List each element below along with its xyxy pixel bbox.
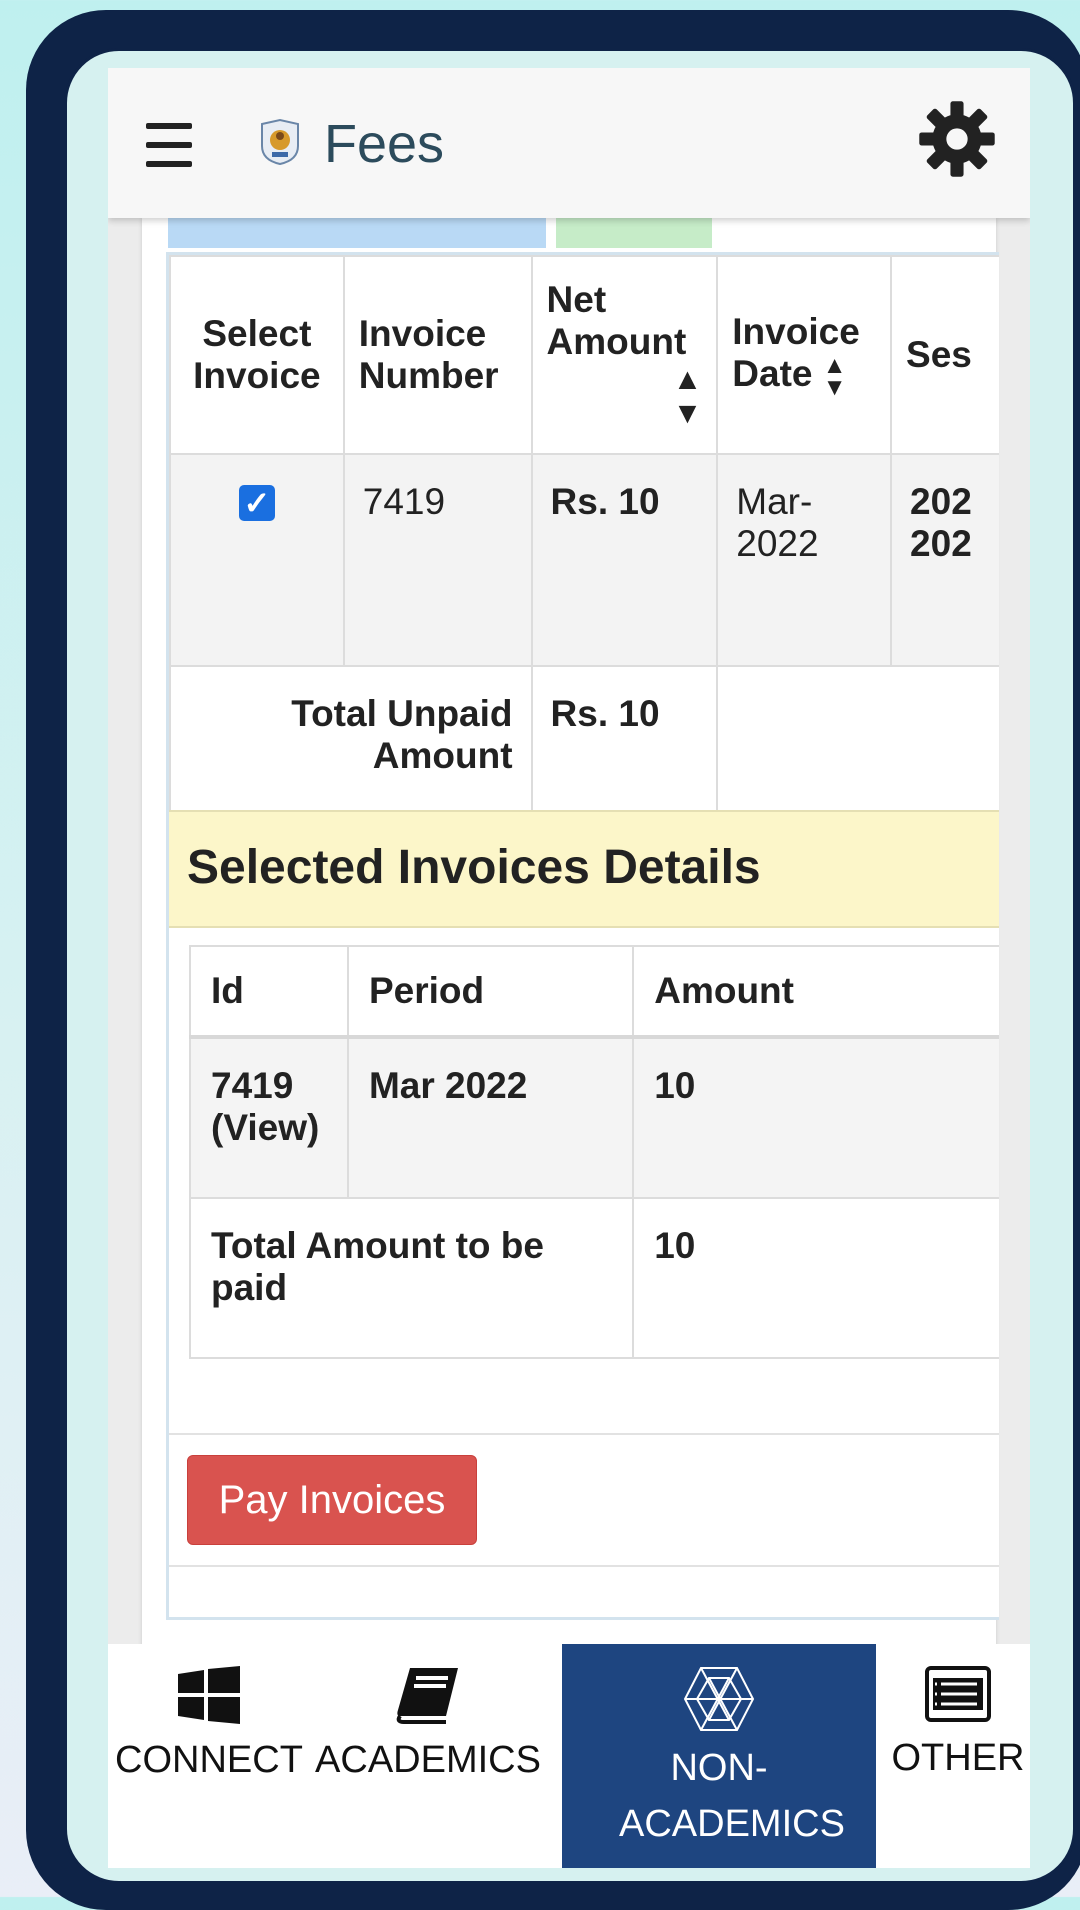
school-logo-icon <box>261 118 299 166</box>
col-amount: Amount <box>632 945 999 1039</box>
bottom-navigation: CONNECT ACADEMICS NON-ACADEMICS OTHER <box>108 1644 1030 1868</box>
invoice-number-cell: 7419 <box>342 453 533 667</box>
period-cell: Mar 2022 <box>346 1036 635 1199</box>
nav-label: OTHER <box>891 1737 1025 1779</box>
nav-label: ACADEMICS <box>315 1739 541 1781</box>
hamburger-icon[interactable] <box>146 123 192 167</box>
col-invoice-date[interactable]: Invoice Date ▲ ▼ <box>716 255 893 455</box>
nav-connect[interactable]: CONNECT <box>108 1644 310 1868</box>
col-invoice-number: Invoice Number <box>342 255 533 455</box>
gear-icon[interactable] <box>916 98 998 180</box>
section-title: Selected Invoices Details <box>187 841 761 894</box>
invoice-id-view-link[interactable]: 7419 (View) <box>189 1036 349 1199</box>
book-icon <box>396 1668 458 1724</box>
total-row: Total Amount to be paid 10 <box>188 1197 999 1359</box>
amount-cell: 10 <box>632 1036 999 1199</box>
page-title: Fees <box>324 114 445 174</box>
pay-invoices-button[interactable]: Pay Invoices <box>187 1455 477 1545</box>
col-net-amount[interactable]: Net Amount ▲ ▼ <box>530 255 719 455</box>
selected-invoices-table: Id Period Amount 7419 (View) Mar 2022 10… <box>188 945 999 1359</box>
col-id: Id <box>189 945 349 1039</box>
sort-icon[interactable]: ▲ ▼ <box>673 363 703 431</box>
button-bar: Pay Invoices <box>169 1433 999 1567</box>
sort-icon[interactable]: ▲ ▼ <box>823 353 847 399</box>
nav-academics[interactable]: ACADEMICS <box>310 1644 546 1868</box>
fees-card: Select Invoice Invoice Number Net Amount… <box>142 218 999 1708</box>
selected-invoices-header: Selected Invoices Details <box>169 810 999 928</box>
app-header: Fees <box>108 68 1030 218</box>
windows-icon <box>178 1666 240 1724</box>
total-to-pay-value: 10 <box>632 1197 999 1359</box>
table-row: 7419 (View) Mar 2022 10 <box>189 1036 999 1199</box>
nav-other[interactable]: OTHER <box>886 1644 1030 1868</box>
total-to-pay-label: Total Amount to be paid <box>188 1197 635 1359</box>
col-session: Ses <box>890 255 999 455</box>
app-screen: Fees Select Invoice Invoice Number Net A… <box>108 68 1030 1868</box>
status-strip-green <box>556 218 712 248</box>
polyhedron-icon <box>683 1667 755 1731</box>
col-period: Period <box>346 945 635 1039</box>
nav-label: NON-ACADEMICS <box>619 1747 845 1845</box>
invoice-checkbox[interactable]: ✓ <box>238 485 275 521</box>
nav-label: CONNECT <box>115 1739 303 1781</box>
col-select-invoice: Select Invoice <box>169 255 345 455</box>
net-amount-cell: Rs. 10 <box>530 453 719 667</box>
list-icon <box>925 1666 991 1722</box>
invoice-panel: Select Invoice Invoice Number Net Amount… <box>166 252 999 1620</box>
invoices-table: Select Invoice Invoice Number Net Amount… <box>169 255 999 875</box>
invoice-date-cell: Mar-2022 <box>716 453 893 667</box>
session-cell: 202 202 <box>890 453 999 667</box>
nav-non-academics[interactable]: NON-ACADEMICS <box>562 1644 876 1868</box>
status-strip-blue <box>168 218 546 248</box>
table-row: ✓ 7419 Rs. 10 Mar-2022 202 202 <box>169 453 999 667</box>
